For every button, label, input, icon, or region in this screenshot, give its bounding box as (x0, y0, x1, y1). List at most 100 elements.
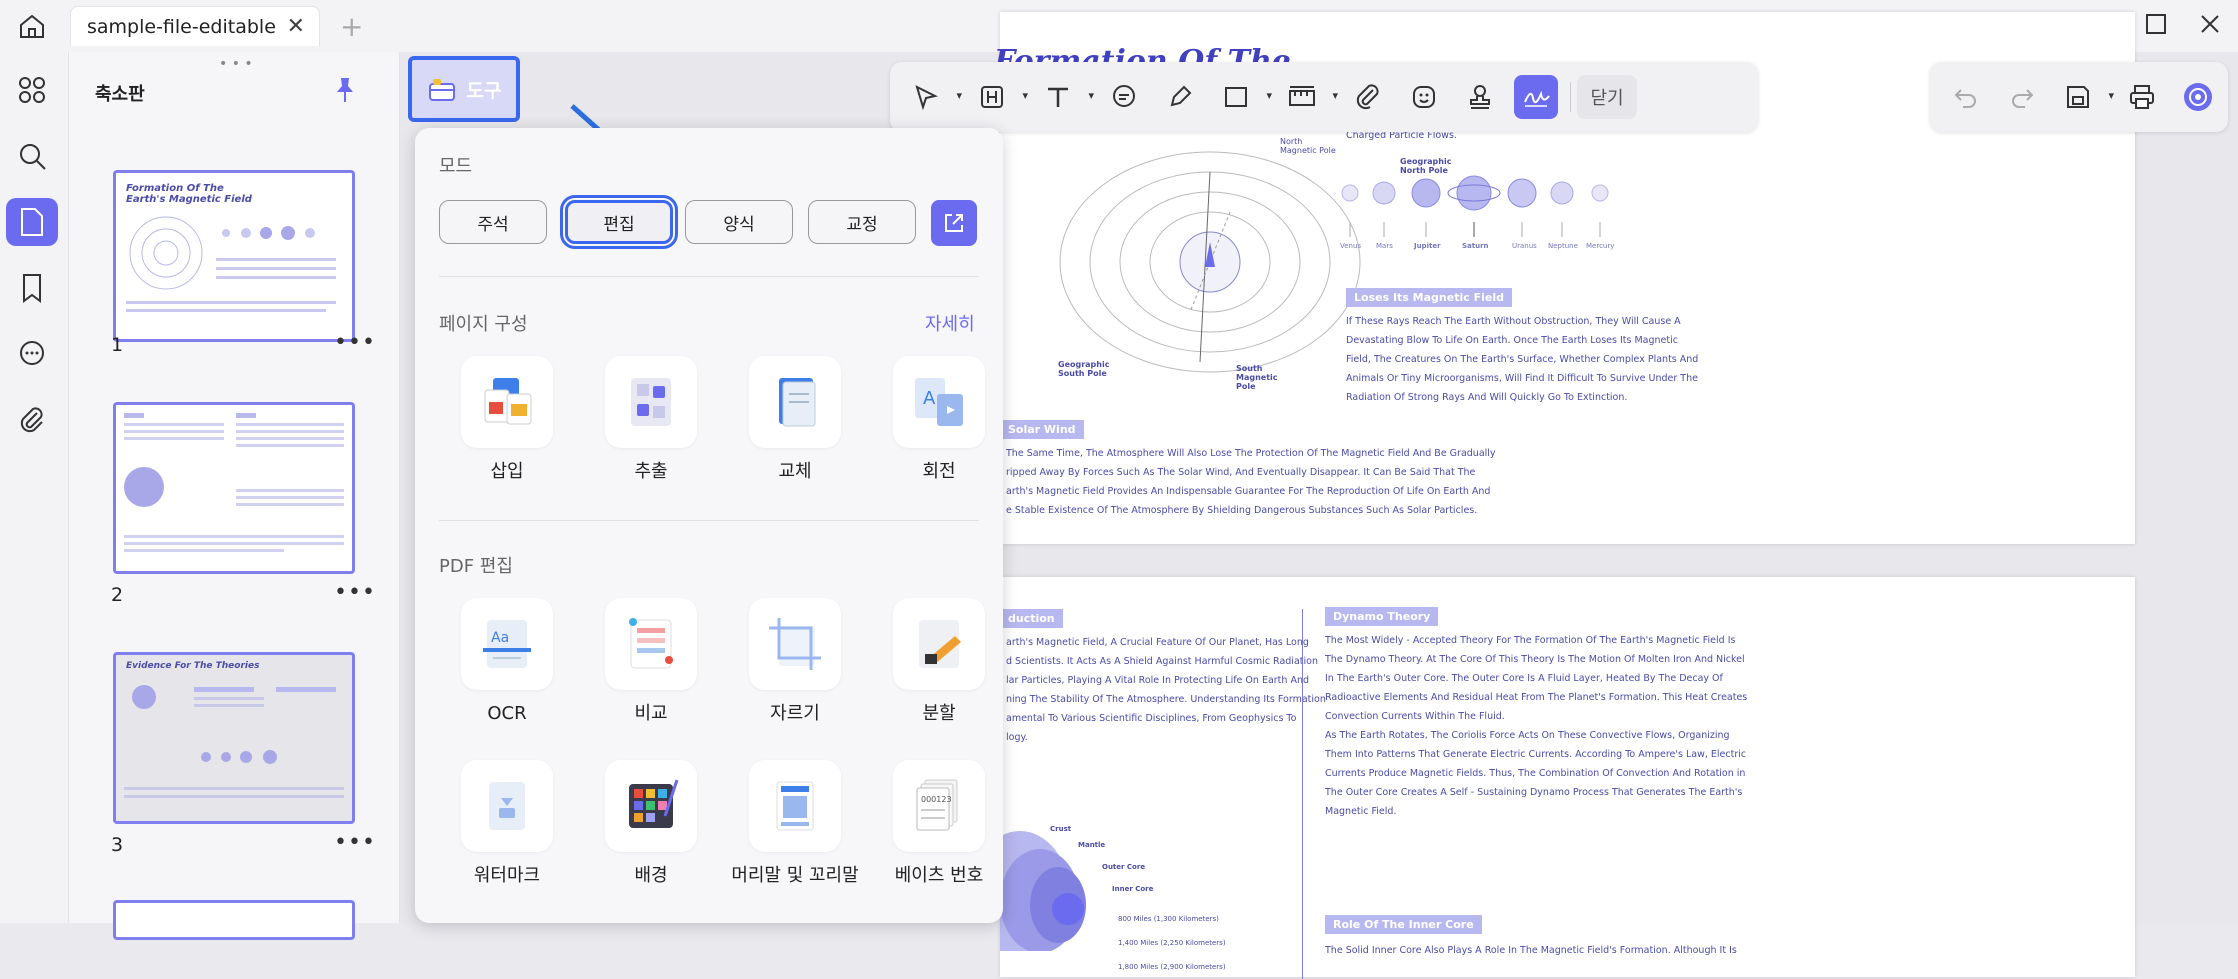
comment-tool[interactable] (1102, 75, 1146, 119)
svg-text:Aa: Aa (491, 630, 509, 646)
compare-icon (605, 598, 697, 690)
text-line: In The Earth's Outer Core. The Outer Cor… (1325, 673, 1723, 684)
bookmark-icon[interactable] (6, 264, 58, 312)
attachment-icon[interactable] (6, 396, 58, 444)
insert-label: 삽입 (490, 461, 524, 482)
pin-icon[interactable] (333, 76, 357, 108)
section-label: Role Of The Inner Core (1325, 915, 1482, 934)
background-item[interactable]: 배경 (581, 760, 721, 888)
shape-tool[interactable]: ▾ (1214, 75, 1272, 119)
compare-item[interactable]: 비교 (581, 598, 721, 726)
header-footer-item[interactable]: 머리말 및 꼬리말 (725, 760, 865, 888)
crop-item[interactable]: 자르기 (725, 598, 865, 726)
text-line: Radioactive Elements And Residual Heat F… (1325, 692, 1748, 703)
thumbnail-page-2[interactable] (113, 402, 355, 574)
close-toolbar-button[interactable]: 닫기 (1577, 75, 1637, 119)
thumbnail-page-3[interactable]: Evidence For The Theories (113, 652, 355, 824)
thumbnail-panel: • • • 축소판 Formation Of The Earth's Magnet… (69, 52, 400, 940)
insert-item[interactable]: 삽입 (437, 356, 577, 484)
text-line: Field, The Creatures On The Earth's Surf… (1346, 354, 1699, 365)
extract-icon (605, 356, 697, 448)
search-icon[interactable] (6, 132, 58, 180)
highlight-tool[interactable]: ▾ (970, 75, 1028, 119)
document-page-2: duction arth's Magnetic Field, A Crucial… (1000, 577, 2135, 979)
split-icon (893, 598, 985, 690)
measure-tool[interactable]: ▾ (1280, 75, 1338, 119)
svg-text:000123: 000123 (921, 795, 952, 804)
sticker-tool[interactable] (1402, 75, 1446, 119)
comment-icon[interactable] (6, 330, 58, 378)
divider (439, 520, 979, 521)
file-toolbar: ▾ (1930, 62, 2228, 132)
mode-form-button[interactable]: 양식 (685, 200, 793, 244)
mode-annotate-button[interactable]: 주석 (439, 200, 547, 244)
extract-item[interactable]: 추출 (581, 356, 721, 484)
panel-resize-handle[interactable]: • • • (219, 56, 253, 72)
tools-button[interactable]: 도구 (408, 56, 520, 122)
signature-tool[interactable] (1514, 75, 1558, 119)
maximize-icon[interactable] (2144, 12, 2168, 42)
rotate-item[interactable]: A 회전 (869, 356, 1009, 484)
extract-label: 추출 (634, 461, 668, 482)
thumbnails-icon[interactable] (6, 198, 58, 246)
thumbnail-more-icon[interactable]: ••• (334, 830, 376, 855)
crop-icon (749, 598, 841, 690)
text-line: Currents Produce Magnetic Fields. Thus, … (1325, 768, 1746, 779)
bates-number-item[interactable]: 000123 베이츠 번호 (869, 760, 1009, 888)
section-text: The Solid Inner Core Also Plays A Role I… (1325, 945, 1737, 956)
section-text: The Most Widely - Accepted Theory For Th… (1325, 631, 1785, 821)
replace-item[interactable]: 교체 (725, 356, 865, 484)
text-line: The Most Widely - Accepted Theory For Th… (1325, 635, 1736, 646)
pen-tool[interactable] (1158, 75, 1202, 119)
mode-proofread-button[interactable]: 교정 (808, 200, 916, 244)
document-tab[interactable]: sample-file-editable ✕ (70, 6, 320, 46)
section-label: Dynamo Theory (1325, 607, 1439, 626)
thumbnail-number: 2 (111, 584, 124, 606)
redo-icon[interactable] (2000, 75, 2044, 119)
text-tool[interactable]: ▾ (1036, 75, 1094, 119)
attachment-tool[interactable] (1346, 75, 1390, 119)
toolbox-icon (427, 76, 457, 102)
save-icon[interactable]: ▾ (2056, 75, 2114, 119)
apps-icon[interactable] (6, 66, 58, 114)
text-line: If These Rays Reach The Earth Without Ob… (1346, 316, 1681, 327)
planet-label: Mars (1376, 242, 1393, 250)
text-line: Radiation Of Strong Rays And Will Quickl… (1346, 392, 1628, 403)
tools-label: 도구 (466, 79, 502, 102)
section-label: Loses Its Magnetic Field (1346, 288, 1512, 307)
home-icon[interactable] (16, 10, 48, 42)
thumbnail-page-4[interactable] (113, 900, 355, 940)
ocr-item[interactable]: Aa OCR (437, 598, 577, 726)
text-line: Devastating Blow To Life On Earth. Once … (1346, 335, 1678, 346)
text-line: Them Into Patterns That Generate Electri… (1325, 749, 1747, 760)
ai-assistant-icon[interactable] (2176, 75, 2220, 119)
open-external-icon[interactable] (931, 200, 977, 246)
planet-label: Neptune (1548, 242, 1578, 250)
planet-label: Venus (1340, 242, 1362, 250)
watermark-item[interactable]: 워터마크 (437, 760, 577, 888)
thumbnail-more-icon[interactable]: ••• (334, 330, 376, 355)
select-tool[interactable]: ▾ (904, 75, 962, 119)
details-link[interactable]: 자세히 (925, 310, 975, 336)
text-line: Convection Currents Within The Fluid. (1325, 711, 1505, 722)
layer-label: Crust (1050, 825, 1072, 833)
background-icon (605, 760, 697, 852)
watermark-icon (461, 760, 553, 852)
header-footer-icon (749, 760, 841, 852)
new-tab-icon[interactable]: + (340, 10, 363, 43)
print-icon[interactable] (2120, 75, 2164, 119)
mode-edit-button[interactable]: 편집 (560, 195, 678, 249)
planet-labels: Venus Mars Jupiter Saturn Uranus Neptune… (1340, 242, 1640, 254)
insert-icon (461, 356, 553, 448)
page-section-title: 페이지 구성 (439, 314, 528, 335)
undo-icon[interactable] (1944, 75, 1988, 119)
planet-label: Saturn (1462, 242, 1489, 250)
thumbnail-more-icon[interactable]: ••• (334, 580, 376, 605)
compare-label: 비교 (634, 703, 668, 724)
stamp-tool[interactable] (1458, 75, 1502, 119)
column-divider (1302, 609, 1303, 979)
close-tab-icon[interactable]: ✕ (287, 14, 305, 39)
thumbnail-page-1[interactable]: Formation Of The Earth's Magnetic Field (113, 170, 355, 342)
split-item[interactable]: 분할 (869, 598, 1009, 726)
close-window-icon[interactable] (2198, 12, 2222, 42)
